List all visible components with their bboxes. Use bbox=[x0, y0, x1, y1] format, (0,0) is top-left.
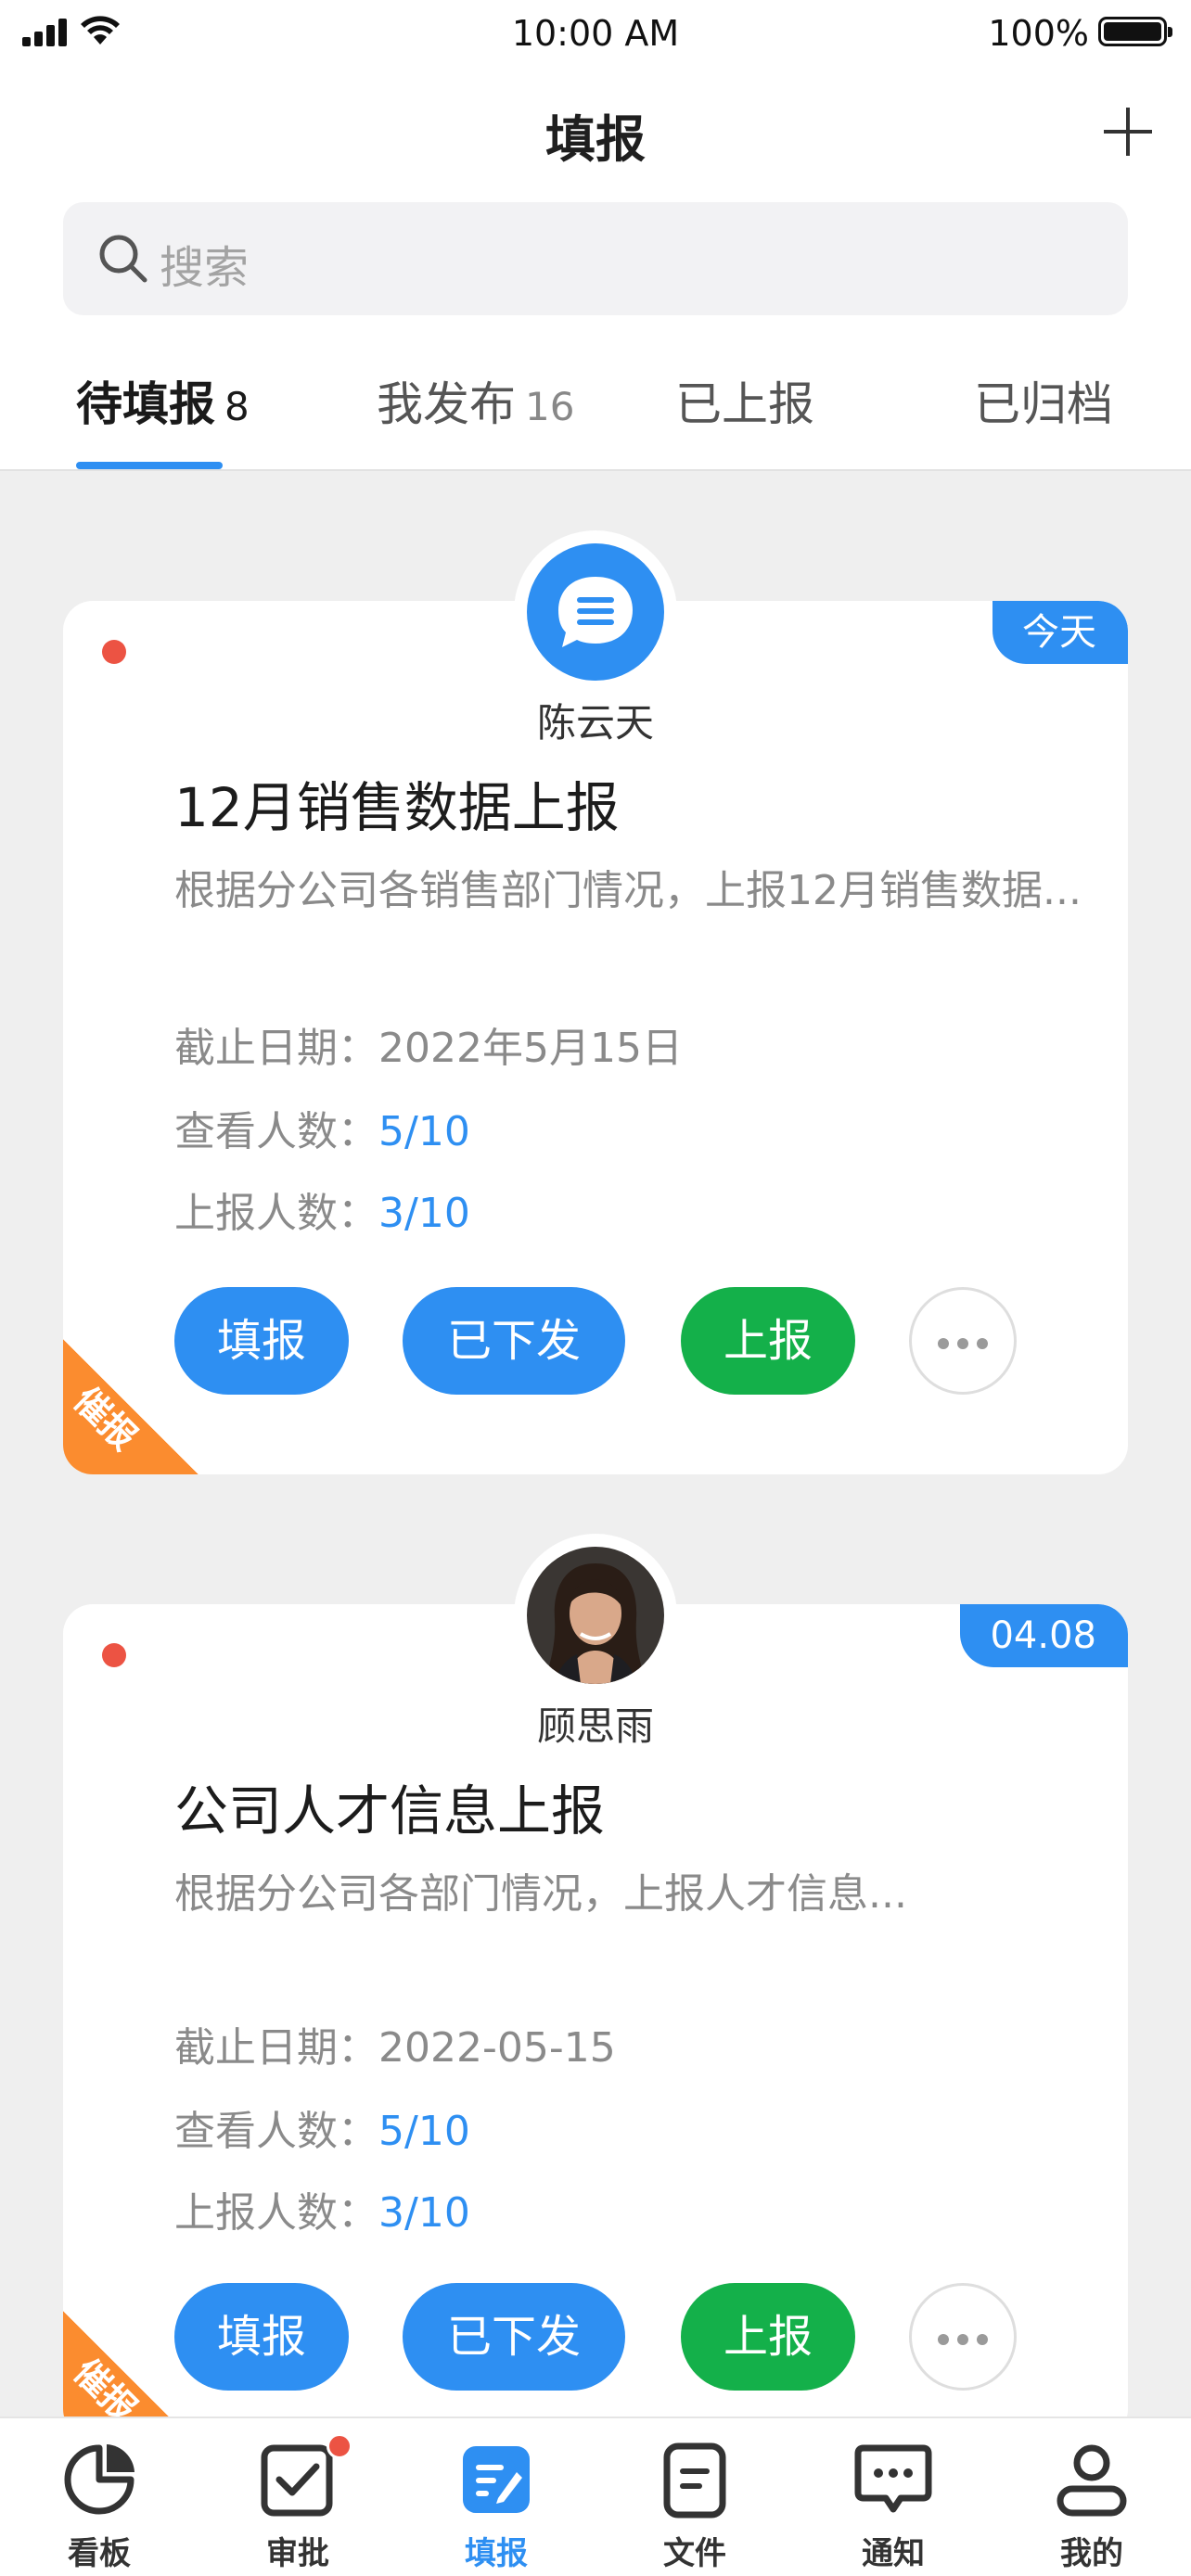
deadline-label: 截止日期： bbox=[174, 2024, 378, 2072]
issued-button[interactable]: 已下发 bbox=[403, 1287, 625, 1395]
reported-value: 3/10 bbox=[378, 1190, 470, 1237]
tab-label: 已上报 bbox=[675, 377, 814, 431]
card-title: 公司人才信息上报 bbox=[174, 1779, 606, 1843]
tabbar-item-approval[interactable]: 审批 bbox=[198, 2418, 397, 2576]
tab-count: 8 bbox=[224, 384, 250, 429]
battery-percentage: 100% bbox=[988, 13, 1089, 54]
reported-value: 3/10 bbox=[378, 2189, 470, 2237]
tab-pending[interactable]: 待填报 8 bbox=[76, 367, 250, 434]
tabbar-item-files[interactable]: 文件 bbox=[596, 2418, 794, 2576]
date-badge: 04.08 bbox=[960, 1604, 1128, 1667]
tab-label: 我发布 bbox=[377, 377, 516, 431]
tab-indicator bbox=[76, 462, 223, 469]
reported-label: 上报人数： bbox=[174, 1190, 378, 1237]
deadline-value: 2022-05-15 bbox=[378, 2024, 616, 2072]
viewed-value: 5/10 bbox=[378, 1108, 470, 1155]
unread-dot bbox=[102, 640, 126, 664]
tab-count: 16 bbox=[525, 384, 575, 429]
status-bar: 10:00 AM 100% bbox=[0, 0, 1191, 70]
viewed-label: 查看人数： bbox=[174, 2108, 378, 2155]
battery-icon bbox=[1098, 17, 1172, 46]
check-square-icon bbox=[261, 2444, 333, 2517]
sender-name: 顾思雨 bbox=[536, 1703, 654, 1749]
viewed-value: 5/10 bbox=[378, 2108, 470, 2155]
deadline-value: 2022年5月15日 bbox=[378, 1025, 683, 1072]
urge-label: 催报 bbox=[66, 1379, 145, 1459]
search-bar: 搜索 bbox=[0, 200, 1191, 339]
tabbar-item-profile[interactable]: 我的 bbox=[992, 2418, 1191, 2576]
tabbar-item-dashboard[interactable]: 看板 bbox=[0, 2418, 198, 2576]
chat-bubble-icon bbox=[527, 543, 664, 681]
search-input[interactable]: 搜索 bbox=[63, 202, 1128, 315]
page-title: 填报 bbox=[545, 110, 646, 169]
reported-row: 上报人数：3/10 bbox=[174, 1180, 470, 1239]
tab-published[interactable]: 我发布 16 bbox=[377, 367, 574, 434]
reported-row: 上报人数：3/10 bbox=[174, 2179, 470, 2238]
tabbar-label: 我的 bbox=[1060, 2535, 1123, 2572]
report-button[interactable]: 上报 bbox=[681, 2283, 855, 2391]
fill-button[interactable]: 填报 bbox=[174, 2283, 349, 2391]
edit-document-icon bbox=[463, 2446, 530, 2513]
viewed-row: 查看人数：5/10 bbox=[174, 1098, 470, 1157]
sender-avatar bbox=[514, 530, 677, 694]
deadline-label: 截止日期： bbox=[174, 1025, 378, 1072]
search-placeholder: 搜索 bbox=[160, 242, 250, 294]
tabbar-label: 审批 bbox=[266, 2535, 329, 2572]
viewed-row: 查看人数：5/10 bbox=[174, 2098, 470, 2157]
sender-name: 陈云天 bbox=[536, 700, 654, 746]
deadline-row: 截止日期：2022年5月15日 bbox=[174, 1014, 683, 1074]
tab-archived[interactable]: 已归档 bbox=[974, 367, 1113, 434]
tabbar-item-report[interactable]: 填报 bbox=[397, 2418, 596, 2576]
tab-label: 待填报 bbox=[76, 377, 215, 431]
user-icon bbox=[1057, 2444, 1127, 2517]
unread-dot bbox=[102, 1643, 126, 1667]
file-icon bbox=[663, 2442, 726, 2519]
tabbar-label: 通知 bbox=[862, 2535, 925, 2572]
search-icon bbox=[99, 235, 147, 283]
reported-label: 上报人数： bbox=[174, 2189, 378, 2237]
message-icon bbox=[854, 2444, 932, 2513]
report-button[interactable]: 上报 bbox=[681, 1287, 855, 1395]
fill-button[interactable]: 填报 bbox=[174, 1287, 349, 1395]
urge-ribbon: 催报 bbox=[63, 1339, 198, 1474]
tab-label: 已归档 bbox=[974, 377, 1113, 431]
tab-reported[interactable]: 已上报 bbox=[675, 367, 814, 434]
sender-avatar bbox=[514, 1534, 677, 1697]
add-button[interactable] bbox=[1102, 106, 1154, 158]
nav-header: 填报 bbox=[0, 70, 1191, 200]
card-title: 12月销售数据上报 bbox=[174, 776, 620, 839]
notification-badge bbox=[327, 2433, 352, 2459]
deadline-row: 截止日期：2022-05-15 bbox=[174, 2014, 616, 2073]
tabbar-label: 文件 bbox=[663, 2535, 726, 2572]
tabbar-label: 填报 bbox=[465, 2535, 528, 2572]
more-button[interactable] bbox=[909, 2283, 1017, 2391]
issued-button[interactable]: 已下发 bbox=[403, 2283, 625, 2391]
viewed-label: 查看人数： bbox=[174, 1108, 378, 1155]
more-button[interactable] bbox=[909, 1287, 1017, 1395]
card-description: 根据分公司各销售部门情况，上报12月销售数据... bbox=[174, 867, 1082, 914]
tabbar-label: 看板 bbox=[68, 2535, 131, 2572]
filter-tabs: 待填报 8 我发布 16 已上报 已归档 bbox=[0, 339, 1191, 471]
bottom-tab-bar: 看板 审批 填报 文件 通知 我的 bbox=[0, 2417, 1191, 2576]
tabbar-item-notifications[interactable]: 通知 bbox=[794, 2418, 992, 2576]
date-badge: 今天 bbox=[992, 601, 1128, 664]
card-description: 根据分公司各部门情况，上报人才信息... bbox=[174, 1870, 907, 1918]
user-photo bbox=[527, 1547, 664, 1684]
pie-chart-icon bbox=[64, 2444, 134, 2515]
